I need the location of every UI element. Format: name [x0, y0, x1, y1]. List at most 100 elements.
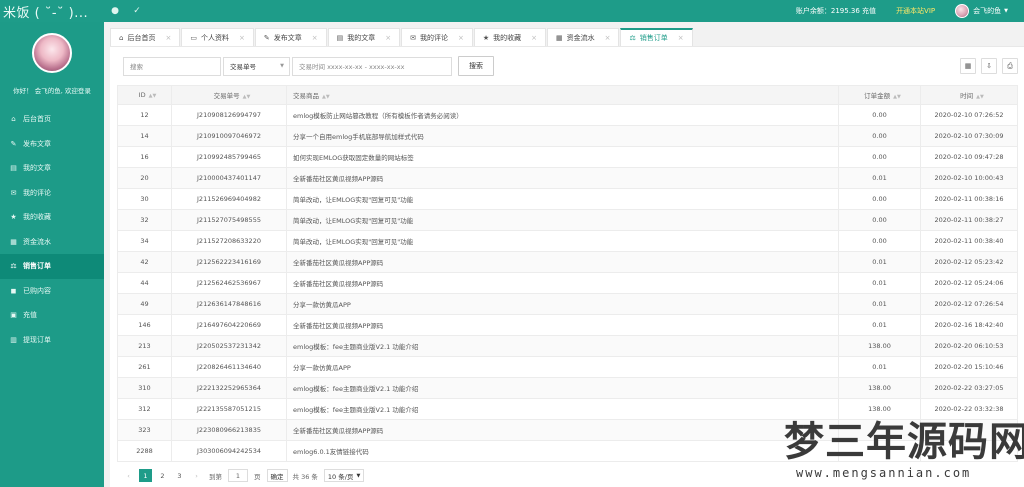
- close-icon[interactable]: ×: [312, 34, 318, 42]
- close-icon[interactable]: ×: [458, 34, 464, 42]
- header-time[interactable]: 时间 ▲▼: [920, 85, 1018, 105]
- site-brand[interactable]: 米饭 ( ˘-˘ )...: [0, 2, 104, 21]
- table-row[interactable]: 213 J220502537231342 emlog模板：fee主题商业版V2.1 …: [117, 335, 1018, 357]
- tab-5[interactable]: ★ 我的收藏 ×: [473, 28, 546, 46]
- tab-1[interactable]: ▭ 个人资料 ×: [181, 28, 254, 46]
- account-balance[interactable]: 账户余额：2195.36 充值: [796, 6, 876, 16]
- page-3[interactable]: 3: [173, 469, 186, 482]
- sidebar-item-9[interactable]: ▥ 提现订单: [0, 328, 104, 353]
- sidebar-item-6[interactable]: ⚖ 销售订单: [0, 254, 104, 279]
- goto-confirm-button[interactable]: 确定: [266, 469, 288, 482]
- sidebar-item-7[interactable]: ◼ 已购内容: [0, 279, 104, 304]
- date-range-input[interactable]: 交易时间 xxxx-xx-xx - xxxx-xx-xx: [292, 56, 452, 76]
- cell-id: 32: [117, 209, 172, 231]
- avatar: [955, 4, 970, 18]
- cell-amount: 0.01: [838, 356, 921, 378]
- table-row[interactable]: 310 J222132252965364 emlog模板：fee主题商业版V2.1 …: [117, 377, 1018, 399]
- cell-time: 2020-02-11 00:38:40: [920, 230, 1018, 252]
- close-icon[interactable]: ×: [605, 34, 611, 42]
- close-icon[interactable]: ×: [531, 34, 537, 42]
- sidebar-item-5[interactable]: ▦ 资金流水: [0, 230, 104, 255]
- header-id[interactable]: ID ▲▼: [117, 85, 172, 105]
- tab-0[interactable]: ⌂ 后台首页 ×: [110, 28, 181, 46]
- sidebar-item-8[interactable]: ▣ 充值: [0, 303, 104, 328]
- page-1[interactable]: 1: [139, 469, 152, 482]
- sidebar: 你好！ 会飞的鱼, 欢迎登录 ⌂ 后台首页 ✎ 发布文章 ▤ 我的文章 ✉ 我的评论 ★ 我的收藏…: [0, 22, 104, 487]
- cell-product: emlog模板防止网站篡改教程（所有模板作者请务必阅读）: [286, 104, 839, 126]
- cell-order-no: J210992485799465: [171, 146, 287, 168]
- table-row[interactable]: 49 J212636147848616 分享一款仿黄瓜APP 0.01 2020-02-…: [117, 293, 1018, 315]
- header-product[interactable]: 交易商品 ▲▼: [286, 85, 839, 105]
- table-row[interactable]: 261 J220826461134640 分享一款仿黄瓜APP 0.01 2020-02…: [117, 356, 1018, 378]
- watermark: 梦三年源码网 www.mengsannian.com: [784, 418, 1024, 487]
- table-row[interactable]: 12 J210908126994797 emlog模板防止网站篡改教程（所有模板作者…: [117, 104, 1018, 126]
- vip-link[interactable]: 开通本站VIP: [896, 6, 935, 16]
- comment-icon: ✉: [410, 33, 416, 42]
- tab-7[interactable]: ⚖ 销售订单 ×: [620, 28, 693, 46]
- sidebar-item-3[interactable]: ✉ 我的评论: [0, 181, 104, 206]
- sidebar-item-label: 提现订单: [23, 335, 51, 344]
- field-select[interactable]: 交易单号 ▼: [223, 56, 290, 76]
- user-menu[interactable]: 会飞的鱼 ▼: [955, 4, 1008, 18]
- next-page-icon[interactable]: ›: [190, 469, 203, 482]
- table-row[interactable]: 146 J216497604220669 全新番茄社区黄瓜视频APP源码 0.01 20…: [117, 314, 1018, 336]
- calculator-icon: ▦: [10, 237, 17, 246]
- cell-product: 全新番茄社区黄瓜视频APP源码: [286, 419, 839, 441]
- cell-product: 简单改动，让EMLOG实现"回复可见"功能: [286, 188, 839, 210]
- top-right-area: 账户余额：2195.36 充值 开通本站VIP 会飞的鱼 ▼: [796, 0, 1024, 22]
- caret-down-icon: ▼: [1004, 8, 1008, 14]
- check-icon[interactable]: ✓: [126, 6, 148, 16]
- goto-page-input[interactable]: 1: [228, 469, 248, 482]
- table-row[interactable]: 32 J211527075498555 简单改动，让EMLOG实现"回复可见"功能 0…: [117, 209, 1018, 231]
- search-button[interactable]: 搜索: [458, 56, 494, 76]
- cell-product: 全新番茄社区黄瓜视频APP源码: [286, 314, 839, 336]
- sidebar-item-2[interactable]: ▤ 我的文章: [0, 156, 104, 181]
- tab-label: 资金流水: [566, 33, 595, 42]
- columns-icon[interactable]: ▦: [960, 58, 976, 74]
- table-row[interactable]: 312 J222135587051215 emlog模板：fee主题商业版V2.1 …: [117, 398, 1018, 420]
- cell-amount: 0.00: [838, 230, 921, 252]
- cell-time: 2020-02-20 15:10:46: [920, 356, 1018, 378]
- table-row[interactable]: 16 J210992485799465 如何实现EMLOG获取固定数量的网站标签 0.…: [117, 146, 1018, 168]
- header-order-no[interactable]: 交易单号 ▲▼: [171, 85, 287, 105]
- user-avatar[interactable]: [32, 33, 72, 73]
- cell-time: 2020-02-11 00:38:16: [920, 188, 1018, 210]
- close-icon[interactable]: ×: [678, 34, 684, 42]
- close-icon[interactable]: ×: [165, 34, 171, 42]
- cell-time: 2020-02-11 00:38:27: [920, 209, 1018, 231]
- greeting-text: 你好！ 会飞的鱼, 欢迎登录: [13, 87, 91, 95]
- table-row[interactable]: 20 J210000437401147 全新番茄社区黄瓜视频APP源码 0.01 202…: [117, 167, 1018, 189]
- table-row[interactable]: 30 J211526969404982 简单改动，让EMLOG实现"回复可见"功能 0…: [117, 188, 1018, 210]
- cell-order-no: J210908126994797: [171, 104, 287, 126]
- close-icon[interactable]: ×: [239, 34, 245, 42]
- book-icon: ▤: [336, 33, 344, 42]
- cell-id: 2288: [117, 440, 172, 462]
- prev-page-icon[interactable]: ‹: [122, 469, 135, 482]
- tab-2[interactable]: ✎ 发布文章 ×: [254, 28, 327, 46]
- cell-amount: 0.00: [838, 104, 921, 126]
- balance-icon: ⚖: [10, 262, 17, 271]
- sidebar-item-4[interactable]: ★ 我的收藏: [0, 205, 104, 230]
- tab-6[interactable]: ▦ 资金流水 ×: [546, 28, 620, 46]
- cell-time: 2020-02-12 05:24:06: [920, 272, 1018, 294]
- table-row[interactable]: 14 J210910097046972 分享一个自用emlog手机底部导航加样式代码…: [117, 125, 1018, 147]
- print-icon[interactable]: ⎙: [1002, 58, 1018, 74]
- table-row[interactable]: 42 J212562223416169 全新番茄社区黄瓜视频APP源码 0.01 202…: [117, 251, 1018, 273]
- export-icon[interactable]: ⇩: [981, 58, 997, 74]
- table-row[interactable]: 34 J211527208633220 简单改动，让EMLOG实现"回复可见"功能 0…: [117, 230, 1018, 252]
- table-row[interactable]: 44 J212562462536967 全新番茄社区黄瓜视频APP源码 0.01 202…: [117, 272, 1018, 294]
- keyword-input[interactable]: 搜索: [123, 56, 221, 76]
- close-icon[interactable]: ×: [385, 34, 391, 42]
- cell-time: 2020-02-16 18:42:40: [920, 314, 1018, 336]
- page-size-select[interactable]: 10 条/页 ▼: [323, 469, 365, 482]
- tab-label: 我的收藏: [493, 33, 522, 42]
- cell-id: 310: [117, 377, 172, 399]
- sidebar-item-1[interactable]: ✎ 发布文章: [0, 132, 104, 157]
- header-amount[interactable]: 订单金额 ▲▼: [838, 85, 921, 105]
- tab-4[interactable]: ✉ 我的评论 ×: [401, 28, 473, 46]
- circle-icon[interactable]: ●: [104, 6, 126, 16]
- cell-id: 312: [117, 398, 172, 420]
- tab-3[interactable]: ▤ 我的文章 ×: [327, 28, 401, 46]
- sidebar-item-0[interactable]: ⌂ 后台首页: [0, 107, 104, 132]
- page-2[interactable]: 2: [156, 469, 169, 482]
